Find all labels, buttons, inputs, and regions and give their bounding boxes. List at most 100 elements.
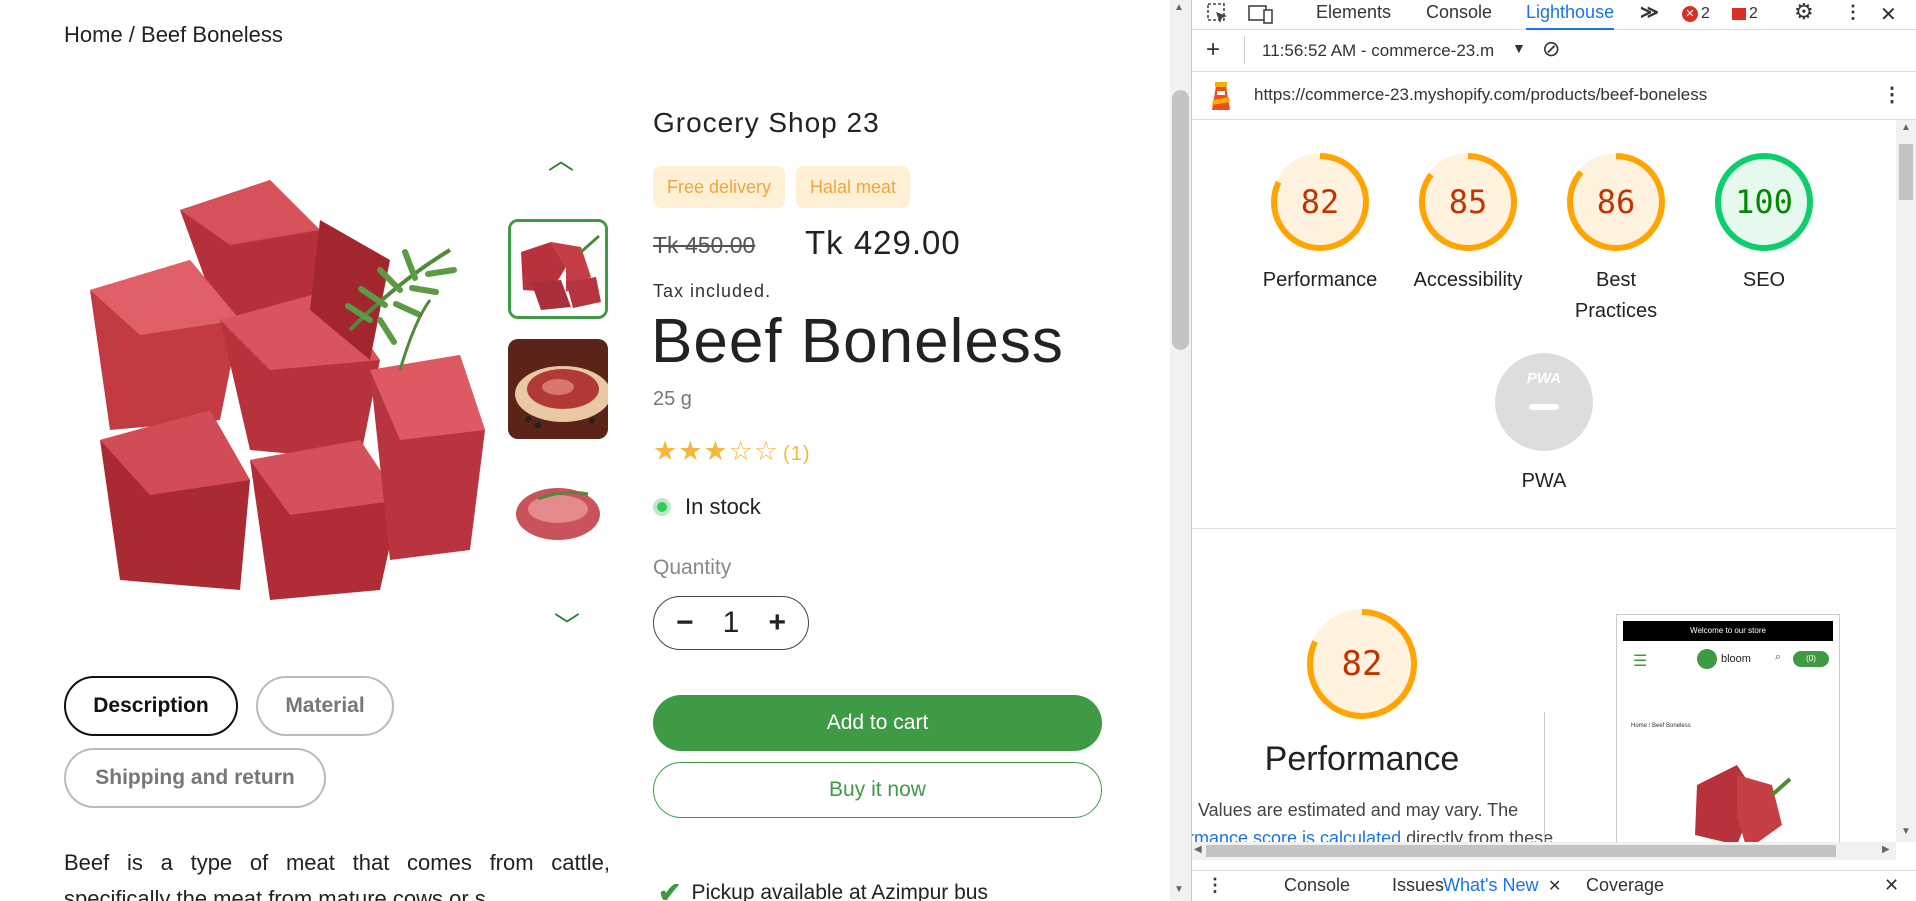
lighthouse-report: 82 Performance 85 Accessibility 86 Best … (1192, 120, 1896, 842)
error-counter[interactable]: ✕ 2 (1682, 5, 1710, 23)
report-scroll-down-icon[interactable]: ▼ (1901, 826, 1911, 837)
scroll-up-arrow-icon[interactable]: ▲ (1174, 2, 1184, 13)
report-selector[interactable]: 11:56:52 AM - commerce-23.m (1262, 41, 1512, 61)
drawer-tab-whats-new[interactable]: What's New (1443, 875, 1538, 896)
thumbnail-3[interactable] (508, 459, 608, 559)
issue-flag-icon (1732, 8, 1746, 20)
perf-score-large: 82 (1341, 644, 1383, 684)
preview-logo-icon (1697, 649, 1717, 669)
buy-now-button[interactable]: Buy it now (653, 762, 1102, 818)
perf-note-line-2: rmance score is calculated directly from… (1192, 828, 1553, 842)
drawer-tab-console[interactable]: Console (1284, 875, 1350, 896)
device-toolbar-icon[interactable] (1248, 2, 1274, 31)
gauge-accessibility-label: Accessibility (1413, 269, 1523, 291)
product-title: Beef Boneless (651, 307, 1064, 376)
product-main-image[interactable] (70, 170, 490, 610)
report-hscroll-thumb[interactable] (1206, 845, 1836, 857)
gauge-pwa[interactable]: PWA (1494, 352, 1594, 452)
report-scroll-left-icon[interactable]: ◀ (1194, 844, 1202, 855)
gauge-performance-value: 82 (1300, 183, 1340, 221)
price-current: Tk 429.00 (805, 224, 961, 261)
gauge-best-practices[interactable]: 86 (1566, 152, 1666, 252)
quantity-minus-button[interactable]: − (676, 606, 694, 640)
tab-shipping-and-return[interactable]: Shipping and return (64, 748, 326, 808)
tab-description[interactable]: Description (64, 676, 238, 736)
drawer-tab-issues[interactable]: Issues (1392, 875, 1444, 896)
close-drawer-icon[interactable]: ✕ (1884, 875, 1899, 896)
devtools-drawer: ⋮ Console Issues What's New ✕ Coverage ✕ (1192, 870, 1916, 901)
perf-title: Performance (1264, 740, 1460, 778)
drawer-tab-coverage[interactable]: Coverage (1586, 875, 1664, 896)
perf-note-tail: directly from these (1401, 828, 1554, 842)
devtools-toolbar: Elements Console Lighthouse ≫ ✕ 2 2 ⚙ ⋮ ✕ (1192, 0, 1916, 30)
thumbs-up-chevron-icon[interactable]: ︿ (548, 140, 574, 177)
thumbnail-1[interactable] (508, 219, 608, 319)
quantity-value[interactable]: 1 (723, 606, 740, 640)
issue-count: 2 (1749, 5, 1758, 22)
quantity-stepper: − 1 + (653, 596, 809, 650)
toolbar-divider (1244, 36, 1245, 64)
report-scrollbar-vertical[interactable]: ▲ ▼ (1896, 120, 1916, 842)
rating-stars[interactable]: ★★★☆☆ (1) (653, 436, 810, 467)
tax-note: Tax included. (653, 281, 772, 301)
gauge-accessibility-value: 85 (1448, 183, 1488, 221)
drawer-menu-kebab-icon[interactable]: ⋮ (1206, 875, 1224, 896)
gauge-performance[interactable]: 82 (1270, 152, 1370, 252)
quantity-plus-button[interactable]: + (768, 606, 786, 640)
dropdown-caret-icon[interactable]: ▼ (1512, 40, 1526, 56)
close-devtools-icon[interactable]: ✕ (1880, 2, 1897, 27)
perf-score-link[interactable]: rmance score is calculated (1192, 828, 1401, 842)
perf-gauge-large[interactable]: 82 (1306, 608, 1418, 720)
preview-breadcrumb: Home / Beef Boneless (1631, 723, 1691, 729)
clear-report-icon[interactable]: ⊘ (1542, 36, 1560, 62)
error-count: 2 (1701, 5, 1710, 22)
page-scroll-thumb[interactable] (1172, 90, 1189, 350)
report-divider (1192, 528, 1896, 529)
drawer-tab-close-icon[interactable]: ✕ (1548, 876, 1561, 896)
check-icon: ✔ (658, 877, 682, 901)
breadcrumb[interactable]: Home / Beef Boneless (64, 22, 283, 48)
scroll-down-arrow-icon[interactable]: ▼ (1174, 884, 1184, 895)
kebab-menu-icon[interactable]: ⋮ (1844, 2, 1862, 23)
preview-brand: bloom (1721, 653, 1751, 665)
stock-label: In stock (685, 494, 761, 519)
perf-section-divider (1544, 712, 1545, 842)
tab-lighthouse[interactable]: Lighthouse (1526, 2, 1615, 30)
settings-gear-icon[interactable]: ⚙ (1794, 0, 1814, 25)
stock-status: In stock (653, 494, 761, 520)
tab-elements[interactable]: Elements (1316, 2, 1391, 23)
gauge-seo-label: SEO (1742, 269, 1786, 291)
report-scroll-up-icon[interactable]: ▲ (1901, 122, 1911, 133)
star-rating-icon: ★★★☆☆ (653, 436, 780, 466)
perf-note: Values are estimated and may vary. The (1198, 800, 1519, 820)
badge-free-delivery: Free delivery (653, 166, 786, 208)
lighthouse-logo-icon (1212, 82, 1230, 110)
gauge-seo-value: 100 (1735, 183, 1793, 221)
preview-cart-count: (0) (1793, 651, 1829, 667)
tab-console[interactable]: Console (1426, 2, 1492, 23)
tab-material[interactable]: Material (256, 676, 394, 736)
thumbnail-2[interactable] (508, 339, 608, 439)
preview-product-image (1695, 765, 1792, 842)
report-scroll-right-icon[interactable]: ▶ (1882, 844, 1890, 855)
page-screenshot-preview[interactable]: Welcome to our store ☰ bloom ⌕ (0) Home … (1616, 614, 1840, 842)
report-scrollbar-horizontal[interactable]: ◀ ▶ (1192, 842, 1896, 860)
issue-counter[interactable]: 2 (1732, 5, 1758, 23)
url-menu-kebab-icon[interactable]: ⋮ (1882, 82, 1902, 107)
gauge-best-practices-value: 86 (1596, 183, 1636, 221)
gauge-seo[interactable]: 100 (1714, 152, 1814, 252)
product-description: Beef is a type of meat that comes from c… (64, 850, 610, 901)
gauge-accessibility[interactable]: 85 (1418, 152, 1518, 252)
thumbs-down-chevron-icon[interactable]: ﹀ (554, 606, 580, 643)
new-report-plus-icon[interactable]: + (1206, 36, 1220, 64)
vendor-name: Grocery Shop 23 (653, 107, 880, 138)
more-tabs-icon[interactable]: ≫ (1640, 2, 1659, 23)
page-scrollbar[interactable]: ▲ ▼ (1170, 0, 1192, 901)
report-scroll-thumb[interactable] (1899, 144, 1913, 200)
inspect-element-icon[interactable] (1206, 2, 1230, 31)
add-to-cart-button[interactable]: Add to cart (653, 695, 1102, 751)
report-url-bar: https://commerce-23.myshopify.com/produc… (1192, 72, 1916, 120)
quantity-label: Quantity (653, 556, 732, 579)
price-compare: Tk 450.00 (653, 232, 756, 258)
gauge-performance-label: Performance (1262, 269, 1378, 291)
